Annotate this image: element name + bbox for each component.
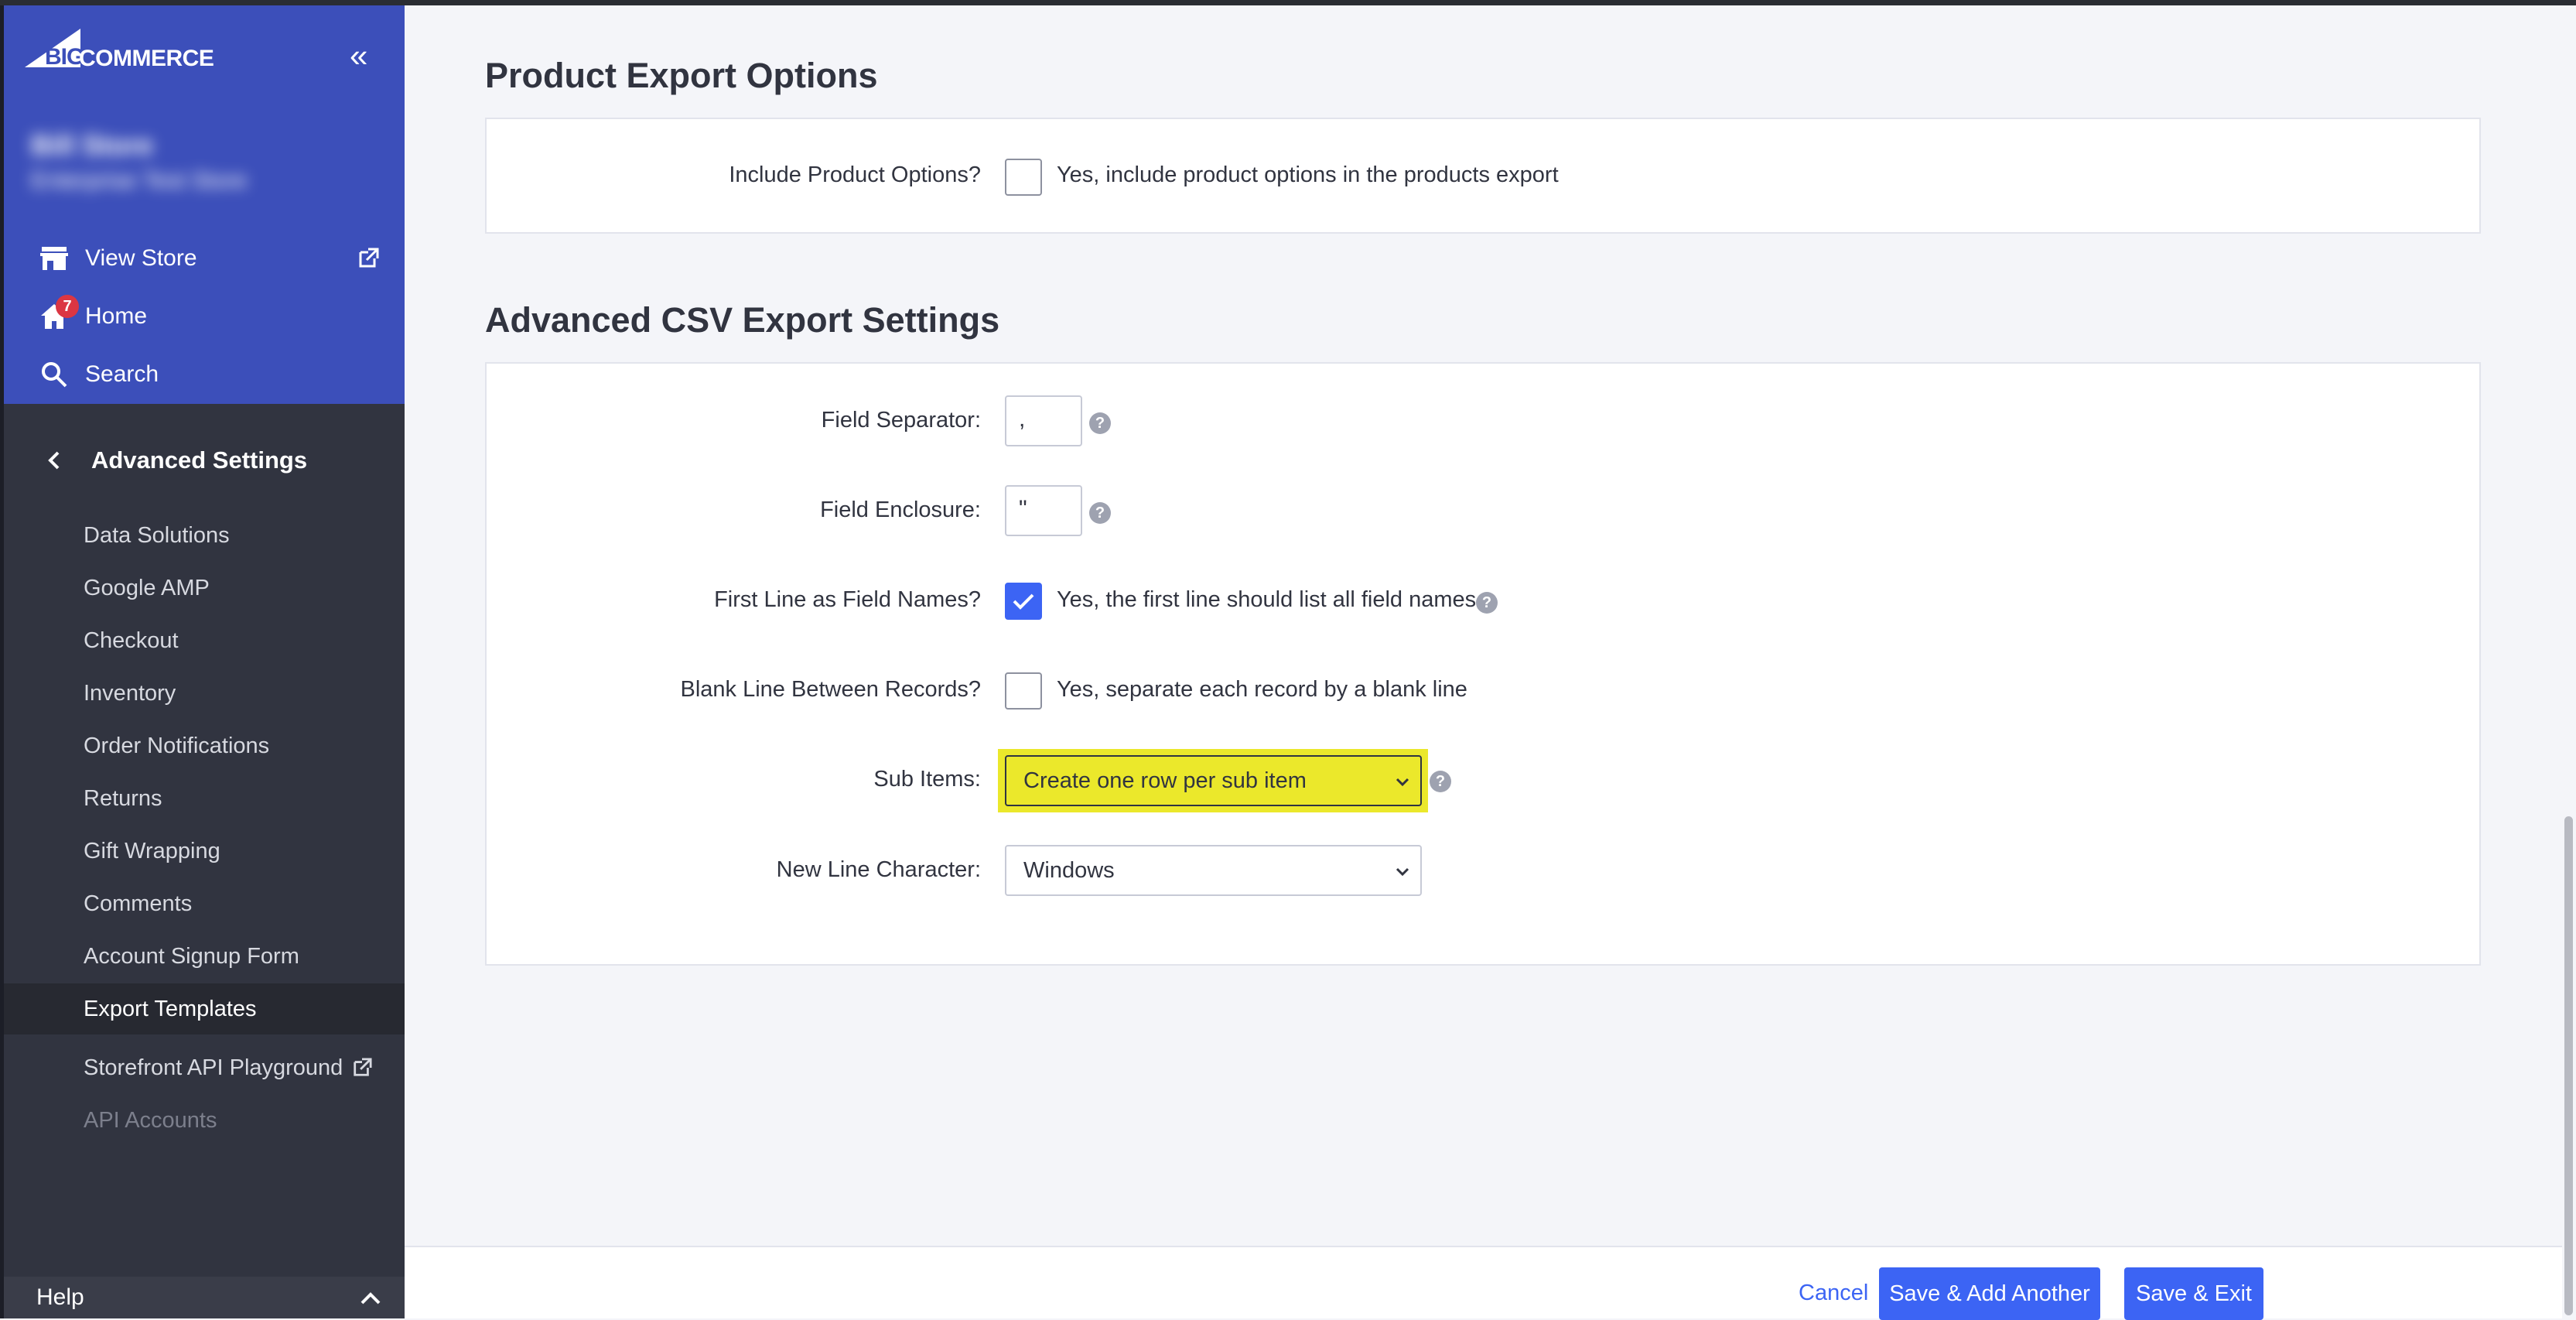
scrollbar-thumb[interactable]	[2564, 816, 2573, 1315]
search-label: Search	[85, 361, 159, 387]
collapse-sidebar-icon[interactable]: «	[350, 39, 367, 72]
help-label: Help	[36, 1284, 84, 1310]
sidebar-item-label: Account Signup Form	[84, 943, 299, 969]
sidebar-item-api-accounts: API Accounts	[4, 1095, 405, 1146]
sidebar-item-label: API Accounts	[84, 1107, 217, 1133]
external-link-icon	[352, 1058, 372, 1078]
checkmark-icon	[1013, 593, 1034, 610]
include-product-options-label: Include Product Options?	[729, 162, 981, 187]
storefront-icon	[39, 243, 70, 274]
sidebar-item-label: Storefront API Playground	[84, 1055, 343, 1080]
logo-big: BIG	[45, 44, 84, 70]
field-separator-input[interactable]: ,	[1005, 395, 1082, 446]
first-line-field-names-checkbox[interactable]	[1005, 583, 1042, 620]
window-top-bar	[0, 0, 2576, 5]
sidebar-item-label: Checkout	[84, 628, 179, 653]
field-separator-label: Field Separator:	[821, 408, 981, 433]
logo-commerce: COMMERCE	[79, 46, 214, 71]
account-info[interactable]: Bill Store Enterprise Test Store	[31, 129, 248, 194]
help-icon[interactable]: ?	[1430, 771, 1451, 792]
include-product-options-checkbox[interactable]	[1005, 159, 1042, 196]
view-store-label: View Store	[85, 245, 197, 271]
external-link-icon[interactable]	[357, 248, 381, 271]
sidebar-item-returns[interactable]: Returns	[4, 773, 405, 824]
sub-items-select[interactable]: Create one row per sub item	[1005, 755, 1422, 806]
advanced-settings-back[interactable]: Advanced Settings	[39, 439, 307, 482]
sidebar-item-label: Order Notifications	[84, 733, 270, 758]
advanced-settings-title: Advanced Settings	[91, 446, 308, 474]
sidebar-item-storefront-api-playground[interactable]: Storefront API Playground	[4, 1042, 405, 1093]
chevron-up-icon	[360, 1286, 381, 1312]
chevron-down-icon	[1394, 860, 1411, 888]
store-name: Bill Store	[31, 129, 154, 161]
save-add-another-button[interactable]: Save & Add Another	[1879, 1267, 2100, 1320]
help-icon[interactable]: ?	[1089, 412, 1111, 434]
sidebar-item-account-signup-form[interactable]: Account Signup Form	[4, 931, 405, 982]
new-line-character-label: New Line Character:	[776, 857, 981, 882]
sidebar-item-home[interactable]: 7 Home	[39, 295, 147, 338]
product-export-options-heading: Product Export Options	[485, 56, 878, 95]
help-icon[interactable]: ?	[1089, 502, 1111, 524]
advanced-csv-export-settings-heading: Advanced CSV Export Settings	[485, 300, 1000, 340]
notification-badge: 7	[56, 295, 79, 318]
blank-line-between-records-text[interactable]: Yes, separate each record by a blank lin…	[1057, 677, 1467, 703]
bigcommerce-logo[interactable]: BIG COMMERCE	[25, 29, 226, 75]
save-exit-button[interactable]: Save & Exit	[2124, 1267, 2263, 1320]
new-line-character-select[interactable]: Windows	[1005, 845, 1422, 896]
home-label: Home	[85, 303, 148, 329]
search-icon	[39, 359, 70, 390]
include-product-options-text[interactable]: Yes, include product options in the prod…	[1057, 162, 1559, 188]
field-enclosure-label: Field Enclosure:	[820, 498, 981, 522]
first-line-field-names-text[interactable]: Yes, the first line should list all fiel…	[1057, 587, 1476, 613]
sidebar-item-data-solutions[interactable]: Data Solutions	[4, 510, 405, 561]
cancel-button[interactable]: Cancel	[1799, 1281, 1868, 1306]
sidebar-item-label: Data Solutions	[84, 522, 230, 548]
sub-items-value: Create one row per sub item	[1023, 768, 1307, 793]
sidebar-item-label: Export Templates	[84, 996, 257, 1021]
sidebar-item-gift-wrapping[interactable]: Gift Wrapping	[4, 826, 405, 877]
sidebar-item-label: Gift Wrapping	[84, 838, 220, 863]
sidebar-item-view-store[interactable]: View Store	[39, 237, 197, 280]
sub-items-label: Sub Items:	[873, 767, 981, 792]
sidebar-item-inventory[interactable]: Inventory	[4, 668, 405, 719]
sidebar-item-search[interactable]: Search	[39, 353, 159, 396]
sidebar-item-label: Comments	[84, 891, 193, 916]
sidebar-item-label: Inventory	[84, 680, 176, 706]
sidebar: BIG COMMERCE « Bill Store Enterprise Tes…	[0, 5, 405, 1318]
sidebar-item-label: Google AMP	[84, 575, 210, 600]
sidebar-item-google-amp[interactable]: Google AMP	[4, 563, 405, 614]
sidebar-item-comments[interactable]: Comments	[4, 878, 405, 929]
first-line-field-names-label: First Line as Field Names?	[714, 587, 981, 612]
sidebar-item-export-templates[interactable]: Export Templates	[4, 983, 405, 1034]
blank-line-between-records-checkbox[interactable]	[1005, 672, 1042, 710]
store-subtitle: Enterprise Test Store	[31, 168, 248, 193]
help-icon[interactable]: ?	[1476, 592, 1498, 614]
home-icon: 7	[39, 295, 79, 332]
sidebar-item-order-notifications[interactable]: Order Notifications	[4, 720, 405, 771]
blank-line-between-records-label: Blank Line Between Records?	[680, 677, 981, 702]
help-menu[interactable]: Help	[4, 1277, 405, 1318]
chevron-left-icon	[39, 450, 70, 470]
new-line-character-value: Windows	[1023, 857, 1115, 883]
field-enclosure-input[interactable]: "	[1005, 485, 1082, 536]
chevron-down-icon	[1394, 771, 1411, 798]
sidebar-item-label: Returns	[84, 785, 162, 811]
sidebar-item-checkout[interactable]: Checkout	[4, 615, 405, 666]
